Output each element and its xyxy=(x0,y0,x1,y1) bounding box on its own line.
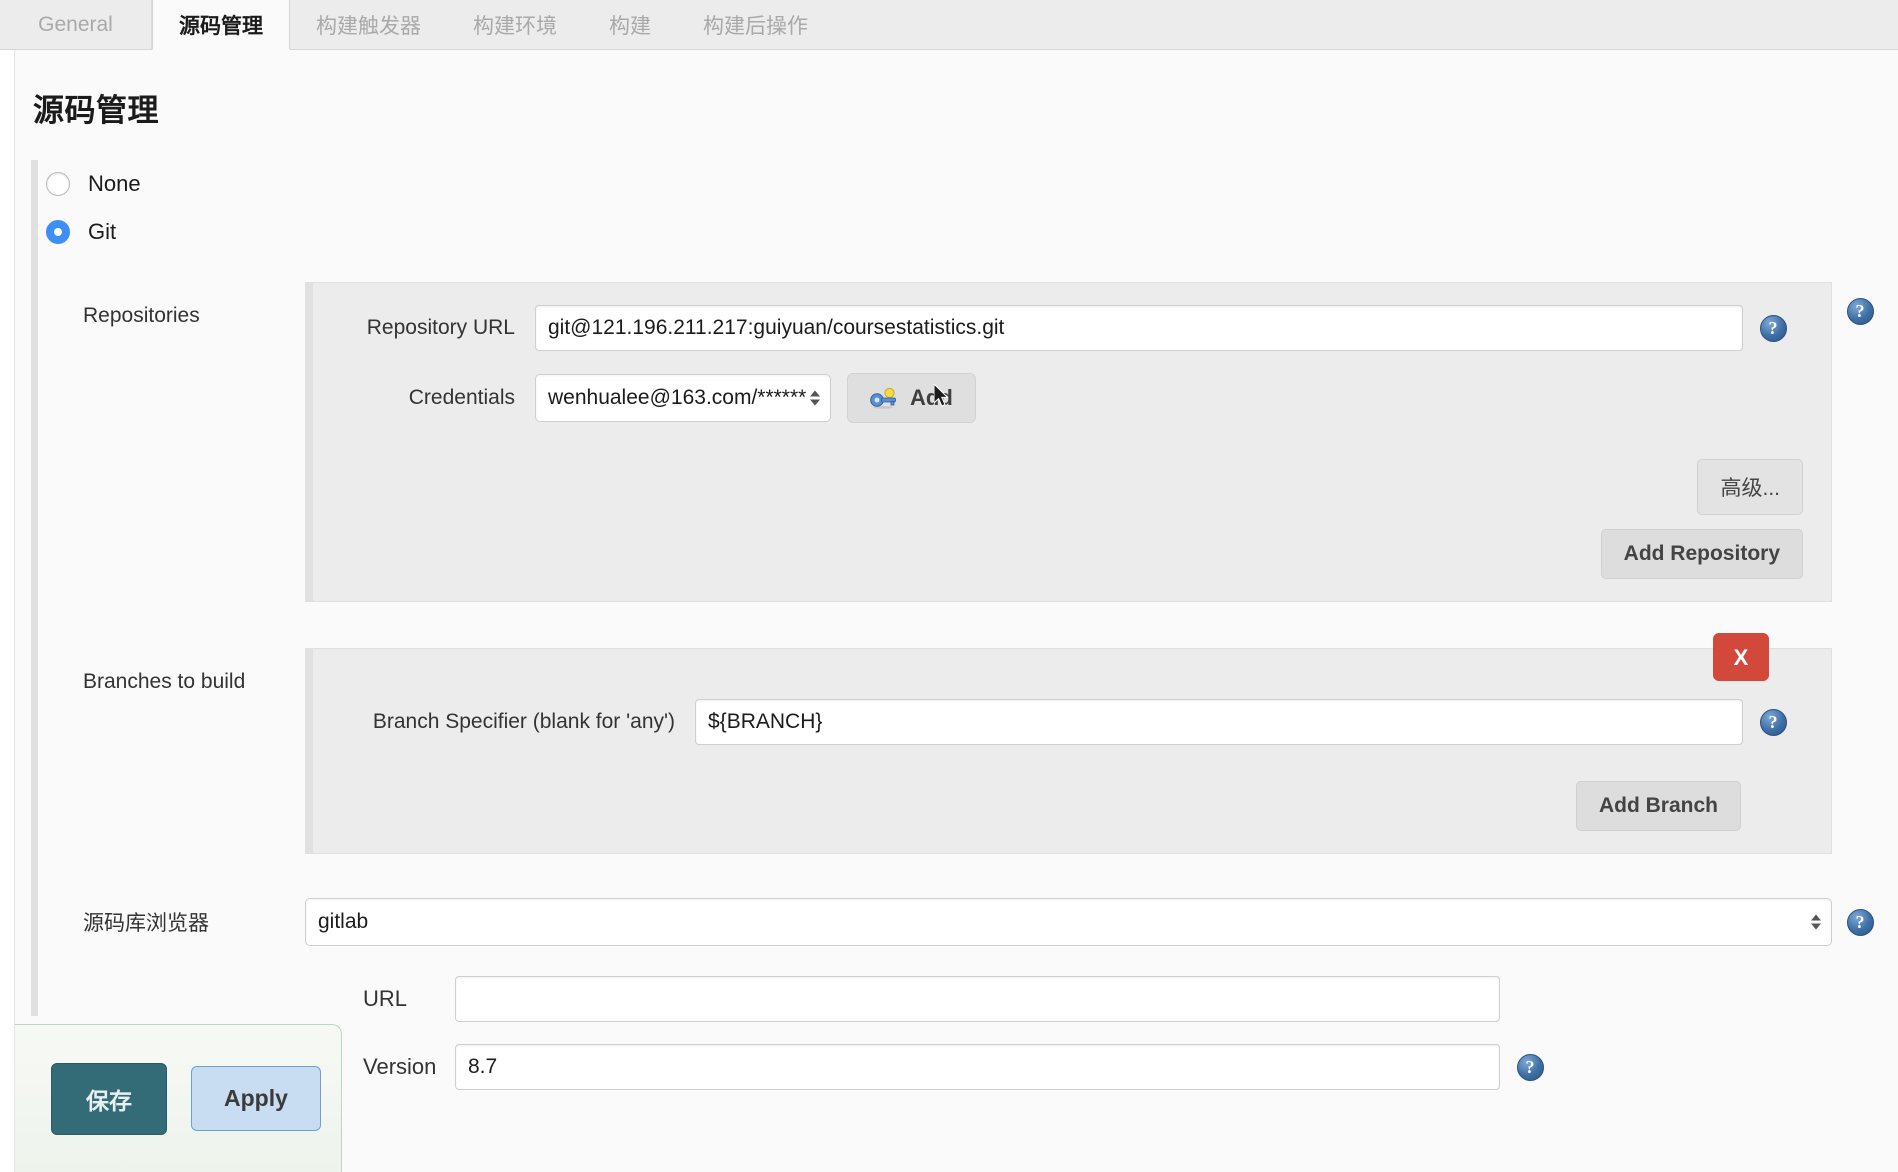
delete-branch-button[interactable]: X xyxy=(1713,633,1769,681)
scm-group-rail xyxy=(31,160,38,1016)
repositories-help-icon[interactable]: ? xyxy=(1846,298,1874,325)
advanced-button[interactable]: 高级... xyxy=(1697,459,1803,515)
tab-label: General xyxy=(38,12,113,36)
scm-option-none[interactable]: None xyxy=(33,160,1898,208)
branches-label: Branches to build xyxy=(83,670,246,693)
key-icon xyxy=(870,387,898,409)
branch-actions: Add Branch xyxy=(335,767,1803,831)
repository-browser-select[interactable]: gitlab xyxy=(305,898,1832,946)
apply-button[interactable]: Apply xyxy=(191,1066,321,1131)
repositories-label: Repositories xyxy=(83,304,200,327)
form-action-bar: 保存 Apply xyxy=(15,1024,342,1172)
credentials-label: Credentials xyxy=(408,386,515,409)
tab-build-environment[interactable]: 构建环境 xyxy=(447,0,583,49)
scm-config-panel: 源码管理 None Git Repositories Repository UR… xyxy=(0,50,1898,1172)
branch-specifier-label: Branch Specifier (blank for 'any') xyxy=(372,710,675,733)
config-tab-bar: General 源码管理 构建触发器 构建环境 构建 构建后操作 xyxy=(0,0,1898,50)
tab-label: 源码管理 xyxy=(179,14,263,38)
branch-specifier-row: Branch Specifier (blank for 'any') ? xyxy=(335,699,1803,745)
branch-specifier-input[interactable] xyxy=(695,699,1743,745)
tab-post-build-actions[interactable]: 构建后操作 xyxy=(677,0,834,49)
tab-general[interactable]: General xyxy=(0,0,152,49)
repository-url-label: Repository URL xyxy=(366,316,515,339)
tab-label: 构建触发器 xyxy=(316,14,421,38)
browser-version-label: Version xyxy=(363,1054,437,1079)
add-branch-button[interactable]: Add Branch xyxy=(1575,781,1741,831)
add-repository-button[interactable]: Add Repository xyxy=(1600,529,1803,579)
browser-version-input[interactable] xyxy=(455,1044,1500,1090)
radio-git-label[interactable]: Git xyxy=(88,219,116,245)
repositories-panel: Repository URL ? Credentials wenhualee@1… xyxy=(312,282,1832,602)
scm-option-git[interactable]: Git xyxy=(33,208,1898,256)
credentials-row: Credentials wenhualee@163.com/****** Add xyxy=(335,373,1803,423)
tab-label: 构建后操作 xyxy=(703,14,808,38)
repository-url-help-icon[interactable]: ? xyxy=(1759,314,1787,342)
tab-build-triggers[interactable]: 构建触发器 xyxy=(290,0,447,49)
repository-browser-help-icon[interactable]: ? xyxy=(1846,908,1874,936)
radio-git[interactable] xyxy=(46,220,70,244)
repository-url-row: Repository URL ? xyxy=(335,305,1803,351)
repository-url-input[interactable] xyxy=(535,305,1743,351)
browser-version-help-icon[interactable]: ? xyxy=(1516,1053,1544,1081)
repository-browser-row: 源码库浏览器 gitlab ? xyxy=(15,898,1898,946)
repositories-rail xyxy=(305,282,312,602)
branches-rail xyxy=(305,648,312,854)
tab-build[interactable]: 构建 xyxy=(583,0,677,49)
branches-panel: X Branch Specifier (blank for 'any') ? A… xyxy=(312,633,1832,854)
save-button[interactable]: 保存 xyxy=(51,1062,167,1135)
radio-none-label[interactable]: None xyxy=(88,171,141,197)
add-credentials-label: Add xyxy=(910,385,953,410)
branch-specifier-help-icon[interactable]: ? xyxy=(1759,708,1787,736)
branches-row: Branches to build X Branch Specifier (bl… xyxy=(15,633,1898,854)
browser-url-row: URL xyxy=(15,976,1898,1022)
add-credentials-button[interactable]: Add xyxy=(847,373,976,423)
browser-url-input[interactable] xyxy=(455,976,1500,1022)
page-title: 源码管理 xyxy=(33,93,159,128)
repository-browser-label: 源码库浏览器 xyxy=(83,912,209,935)
scm-radio-group: None Git xyxy=(15,160,1898,1016)
browser-url-label: URL xyxy=(363,986,408,1011)
tab-label: 构建 xyxy=(609,14,651,38)
credentials-select[interactable]: wenhualee@163.com/****** xyxy=(535,374,831,422)
repositories-row: Repositories Repository URL ? Credential… xyxy=(15,282,1898,602)
repository-actions: 高级... Add Repository xyxy=(335,445,1803,579)
tab-label: 构建环境 xyxy=(473,14,557,38)
radio-none[interactable] xyxy=(46,172,70,196)
tab-source-code-management[interactable]: 源码管理 xyxy=(152,0,290,50)
